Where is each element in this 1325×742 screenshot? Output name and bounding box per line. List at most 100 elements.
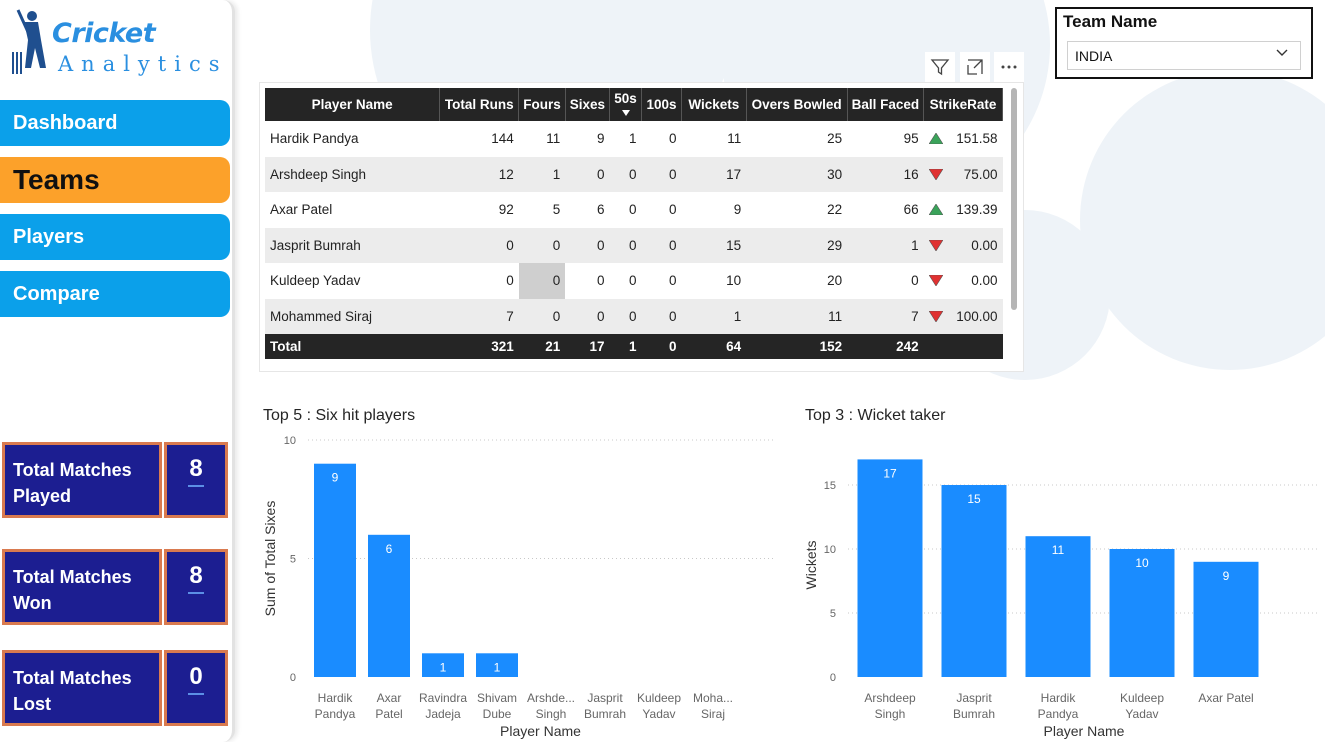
trend-up-icon [928, 133, 943, 145]
table-cell: 0 [847, 263, 924, 299]
bar [1025, 536, 1091, 677]
six-hitters-chart-panel: Top 5 : Six hit players 0 5 10 9 Hardik Pandy… [258, 403, 778, 742]
kpi-value-text: 8 [188, 562, 204, 594]
kpi-matches-lost: Total Matches Lost 0 [2, 650, 228, 726]
wicket-takers-chart-panel: Top 3 : Wicket taker 0 5 10 15 17 Arshdeep Sin… [798, 403, 1325, 742]
player-name-cell: Hardik Pandya [265, 121, 440, 157]
x-tick-label: Patel [375, 707, 402, 721]
table-cell: 0 [565, 263, 610, 299]
table-cell: 0 [641, 263, 682, 299]
y-tick-label: 15 [824, 480, 836, 492]
y-tick-label: 5 [830, 608, 836, 620]
table-cell: 0 [565, 156, 610, 192]
x-tick-label: Pandya [1038, 707, 1079, 721]
column-header[interactable]: Total Runs [439, 88, 520, 121]
column-header[interactable]: Sixes [565, 88, 611, 121]
table-cell: 0 [641, 121, 682, 157]
team-name-slicer: Team Name INDIA [1055, 7, 1313, 79]
data-label: 11 [1052, 543, 1065, 557]
team-dropdown[interactable]: INDIA [1067, 41, 1301, 70]
trend-down-icon [928, 168, 943, 180]
nav-compare-button[interactable]: Compare [0, 271, 230, 317]
table-cell: 0 [641, 192, 682, 228]
table-cell: 0 [609, 156, 642, 192]
total-cell: 1 [609, 334, 642, 359]
x-tick-label: Axar Patel [1198, 691, 1253, 705]
bar [857, 459, 923, 677]
column-header[interactable]: Overs Bowled [746, 88, 848, 121]
bar [368, 534, 410, 677]
data-label: 6 [386, 542, 393, 556]
table-cell: 15 [681, 227, 747, 263]
x-tick-label: Yadav [642, 707, 675, 721]
y-tick-label: 0 [290, 672, 296, 684]
player-name-cell: Axar Patel [265, 192, 440, 228]
table-cell: 92 [439, 192, 519, 228]
kpi-value: 8 [164, 549, 228, 625]
x-tick-label: Jadeja [425, 707, 461, 721]
x-tick-label: Shivam [477, 691, 517, 705]
x-tick-label: Arshde... [527, 691, 575, 705]
nav-dashboard-button[interactable]: Dashboard [0, 100, 230, 146]
total-cell: 0 [641, 334, 682, 359]
focus-mode-icon[interactable] [960, 52, 990, 82]
column-header[interactable]: Wickets [681, 88, 747, 121]
table-row[interactable]: Mohammed Siraj 7 0 0 0 0 1 11 7 100.00 [265, 298, 1003, 334]
data-label: 10 [1135, 556, 1149, 570]
total-cell: Total [265, 334, 440, 359]
nav-players-button[interactable]: Players [0, 214, 230, 260]
table-cell: 11 [746, 298, 848, 334]
strike-rate-value: 139.39 [956, 202, 998, 218]
column-header[interactable]: Player Name [265, 88, 441, 121]
column-header[interactable]: 100s [641, 88, 682, 121]
player-name-cell: Kuldeep Yadav [265, 263, 440, 299]
table-cell: 66 [847, 192, 924, 228]
kpi-label: Total Matches Played [2, 442, 162, 518]
data-label: 9 [332, 471, 339, 485]
kpi-label-line1: Total Matches [13, 460, 132, 480]
x-tick-label: Jasprit [587, 691, 623, 705]
team-dropdown-value: INDIA [1075, 48, 1113, 64]
kpi-label-line1: Total Matches [13, 567, 132, 587]
x-tick-label: Kuldeep [637, 691, 681, 705]
nav-teams-button[interactable]: Teams [0, 157, 230, 203]
data-label: 1 [494, 660, 501, 674]
table-cell: 6 [565, 192, 610, 228]
table-cell: 11 [518, 121, 566, 157]
table-cell: 5 [518, 192, 566, 228]
table-cell: 16 [847, 156, 924, 192]
kpi-label: Total Matches Won [2, 549, 162, 625]
column-header[interactable]: Fours [518, 88, 566, 121]
data-label: 9 [1223, 569, 1230, 583]
table-cell: 0 [609, 263, 642, 299]
strike-rate-cell: 100.00 [923, 298, 1003, 334]
sidebar: Cricket Analytics Dashboard Teams Player… [0, 0, 235, 742]
batsman-icon [12, 9, 46, 74]
table-row[interactable]: Jasprit Bumrah 0 0 0 0 0 15 29 1 0.00 [265, 227, 1003, 263]
table-row[interactable]: Arshdeep Singh 12 1 0 0 0 17 30 16 75.00 [265, 156, 1003, 192]
kpi-label-line2: Lost [13, 694, 51, 714]
x-tick-label: Bumrah [584, 707, 626, 721]
kpi-value: 8 [164, 442, 228, 518]
total-cell: 152 [746, 334, 848, 359]
table-row[interactable]: Axar Patel 92 5 6 0 0 9 22 66 139.39 [265, 192, 1003, 228]
more-options-icon[interactable] [994, 52, 1024, 82]
kpi-label-line2: Played [13, 486, 72, 506]
x-tick-label: Ravindra [419, 691, 467, 705]
filter-icon[interactable] [925, 52, 955, 82]
strike-rate-value: 0.00 [971, 273, 998, 289]
kpi-value-text: 8 [188, 455, 204, 487]
column-header[interactable]: Ball Faced [847, 88, 925, 121]
table-scrollbar[interactable] [1011, 88, 1017, 310]
table-row[interactable]: Kuldeep Yadav 0 0 0 0 0 10 20 0 0.00 [265, 263, 1003, 299]
table-cell: 22 [746, 192, 848, 228]
column-header-sorted[interactable]: 50s [609, 88, 642, 121]
table-total-row: Total 321 21 17 1 0 64 152 242 [265, 334, 1003, 359]
kpi-matches-played: Total Matches Played 8 [2, 442, 228, 518]
cricket-analytics-logo: Cricket Analytics [8, 6, 230, 78]
table-row[interactable]: Hardik Pandya 144 11 9 1 0 11 25 95 151.58 [265, 121, 1003, 157]
y-tick-label: 0 [830, 672, 836, 684]
column-header[interactable]: StrikeRate [923, 88, 1003, 121]
table-cell: 0 [609, 192, 642, 228]
table-cell: 1 [518, 156, 566, 192]
